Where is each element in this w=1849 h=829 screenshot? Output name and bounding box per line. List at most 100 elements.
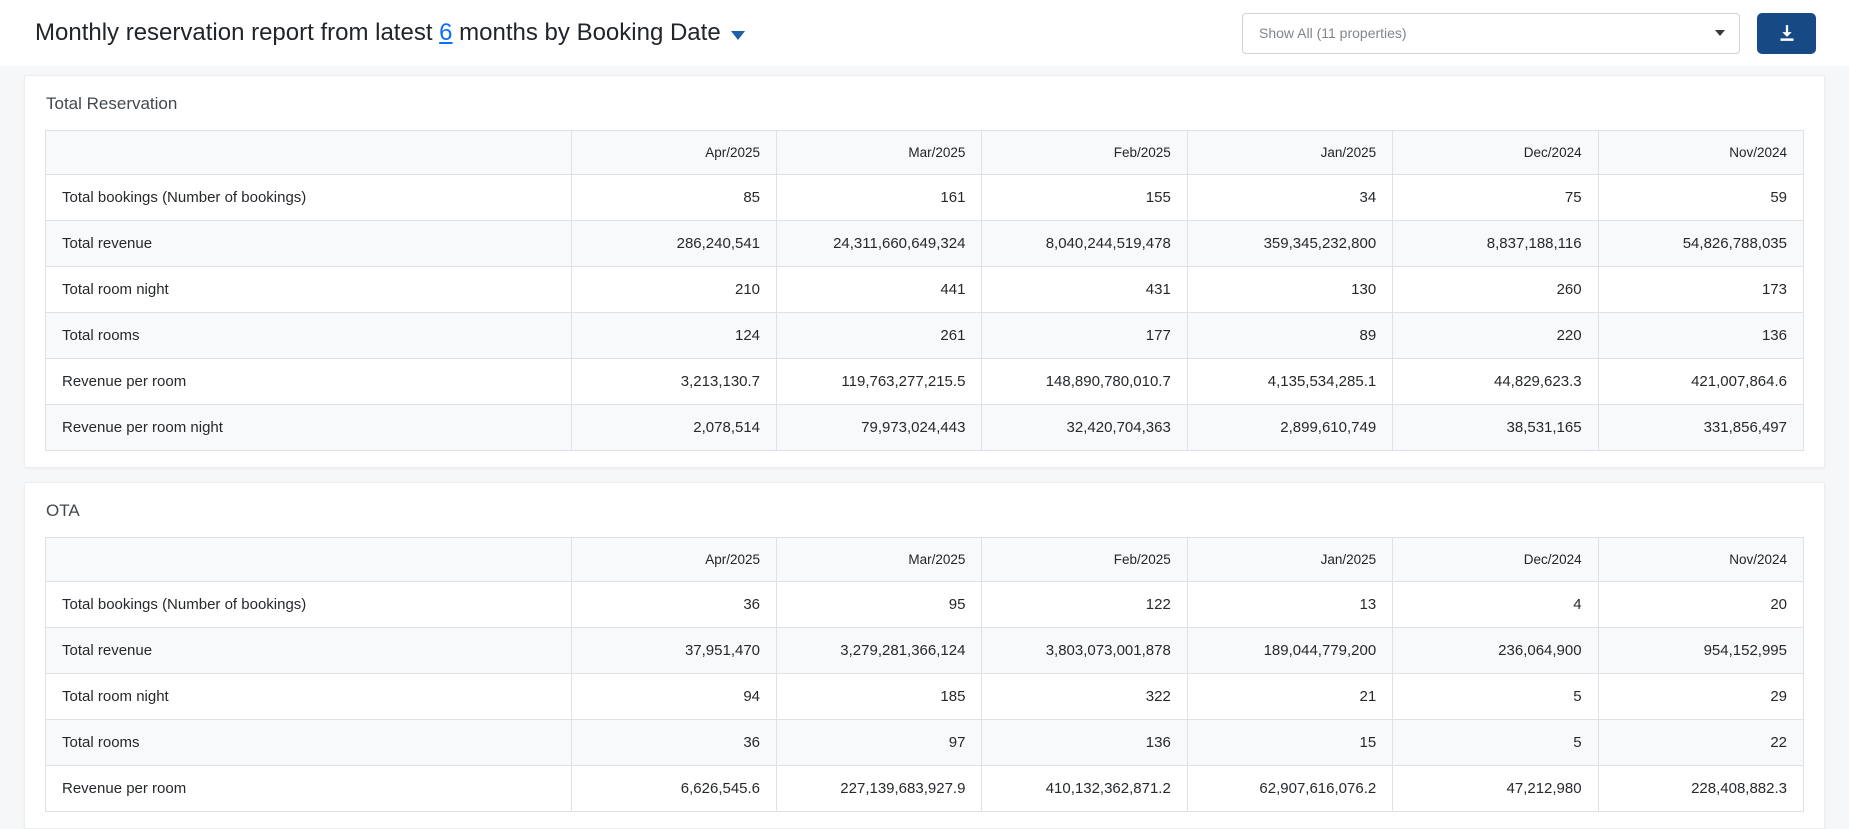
table-row: Revenue per room night 2,078,514 79,973,02…: [45, 404, 1805, 451]
property-filter-value: Show All (11 properties): [1259, 25, 1407, 41]
chevron-down-icon[interactable]: [730, 30, 745, 40]
cell-value: 4: [1392, 581, 1599, 628]
topbar: Monthly reservation report from latest 6…: [0, 0, 1849, 66]
section-title: Total Reservation: [46, 94, 178, 113]
cell-value: 2,078,514: [570, 404, 778, 451]
table-row: Total bookings (Number of bookings) 85 161…: [45, 174, 1805, 221]
column-header-empty: [45, 537, 572, 582]
cell-value: 359,345,232,800: [1186, 220, 1394, 267]
cell-value: 177: [981, 312, 1188, 359]
cell-value: 75: [1392, 174, 1599, 221]
row-label: Revenue per room: [45, 765, 572, 812]
column-header: Nov/2024: [1597, 537, 1805, 582]
cell-value: 62,907,616,076.2: [1186, 765, 1394, 812]
chevron-down-icon: [1715, 30, 1725, 36]
table-row: Total rooms 36 97 136 15 5 22: [45, 719, 1805, 766]
column-header: Jan/2025: [1186, 130, 1394, 175]
row-label: Total rooms: [45, 719, 572, 766]
cell-value: 89: [1186, 312, 1394, 359]
table-row: Total room night 210 441 431 130 260 173: [45, 266, 1805, 313]
table-row: Revenue per room 6,626,545.6 227,139,683,9…: [45, 765, 1805, 812]
ota-table: Apr/2025 Mar/2025 Feb/2025 Jan/2025 Dec/2024…: [45, 537, 1805, 812]
page-title: Monthly reservation report from latest 6…: [35, 19, 745, 47]
cell-value: 261: [776, 312, 983, 359]
table-row: Total revenue 37,951,470 3,279,281,366,124…: [45, 627, 1805, 674]
column-header: Apr/2025: [570, 130, 778, 175]
column-header: Mar/2025: [776, 130, 983, 175]
cell-value: 220: [1392, 312, 1599, 359]
cell-value: 47,212,980: [1392, 765, 1599, 812]
column-header: Nov/2024: [1597, 130, 1805, 175]
months-count-link[interactable]: 6: [439, 19, 452, 47]
cell-value: 2,899,610,749: [1186, 404, 1394, 451]
download-button[interactable]: [1757, 12, 1816, 54]
table-row: Total bookings (Number of bookings) 36 95 1…: [45, 581, 1805, 628]
page-title-suffix: months by Booking Date: [452, 19, 721, 46]
section-title: OTA: [46, 501, 80, 520]
cell-value: 59: [1597, 174, 1805, 221]
cell-value: 85: [570, 174, 778, 221]
cell-value: 260: [1392, 266, 1599, 313]
cell-value: 210: [570, 266, 778, 313]
cell-value: 37,951,470: [570, 627, 778, 674]
row-label: Total room night: [45, 673, 572, 720]
property-filter-select[interactable]: Show All (11 properties): [1242, 12, 1740, 54]
row-label: Total rooms: [45, 312, 572, 359]
cell-value: 228,408,882.3: [1597, 765, 1805, 812]
cell-value: 54,826,788,035: [1597, 220, 1805, 267]
cell-value: 38,531,165: [1392, 404, 1599, 451]
cell-value: 136: [1597, 312, 1805, 359]
cell-value: 236,064,900: [1392, 627, 1599, 674]
row-label: Revenue per room: [45, 358, 572, 405]
cell-value: 189,044,779,200: [1186, 627, 1394, 674]
cell-value: 5: [1392, 719, 1599, 766]
cell-value: 441: [776, 266, 983, 313]
cell-value: 322: [981, 673, 1188, 720]
cell-value: 130: [1186, 266, 1394, 313]
column-header: Apr/2025: [570, 537, 778, 582]
cell-value: 122: [981, 581, 1188, 628]
cell-value: 29: [1597, 673, 1805, 720]
column-header: Dec/2024: [1392, 130, 1599, 175]
cell-value: 95: [776, 581, 983, 628]
cell-value: 4,135,534,285.1: [1186, 358, 1394, 405]
section-ota: OTA Apr/2025 Mar/2025 Feb/2025 Jan/2025 Dec/…: [24, 482, 1825, 829]
cell-value: 227,139,683,927.9: [776, 765, 983, 812]
column-header: Mar/2025: [776, 537, 983, 582]
cell-value: 3,213,130.7: [570, 358, 778, 405]
cell-value: 185: [776, 673, 983, 720]
cell-value: 20: [1597, 581, 1805, 628]
cell-value: 5: [1392, 673, 1599, 720]
cell-value: 97: [776, 719, 983, 766]
column-header: Jan/2025: [1186, 537, 1394, 582]
cell-value: 331,856,497: [1597, 404, 1805, 451]
cell-value: 8,040,244,519,478: [981, 220, 1188, 267]
cell-value: 44,829,623.3: [1392, 358, 1599, 405]
cell-value: 421,007,864.6: [1597, 358, 1805, 405]
download-icon: [1779, 25, 1794, 41]
cell-value: 119,763,277,215.5: [776, 358, 983, 405]
cell-value: 6,626,545.6: [570, 765, 778, 812]
cell-value: 410,132,362,871.2: [981, 765, 1188, 812]
column-header: Feb/2025: [981, 537, 1188, 582]
cell-value: 22: [1597, 719, 1805, 766]
row-label: Total revenue: [45, 220, 572, 267]
header-row: Apr/2025 Mar/2025 Feb/2025 Jan/2025 Dec/2024…: [45, 537, 1805, 582]
row-label: Total revenue: [45, 627, 572, 674]
cell-value: 32,420,704,363: [981, 404, 1188, 451]
cell-value: 3,279,281,366,124: [776, 627, 983, 674]
cell-value: 79,973,024,443: [776, 404, 983, 451]
cell-value: 148,890,780,010.7: [981, 358, 1188, 405]
cell-value: 173: [1597, 266, 1805, 313]
table-row: Total revenue 286,240,541 24,311,660,649,3…: [45, 220, 1805, 267]
row-label: Total bookings (Number of bookings): [45, 581, 572, 628]
total-reservation-table: Apr/2025 Mar/2025 Feb/2025 Jan/2025 Dec/2024…: [45, 130, 1805, 451]
cell-value: 36: [570, 581, 778, 628]
cell-value: 155: [981, 174, 1188, 221]
column-header: Feb/2025: [981, 130, 1188, 175]
cell-value: 21: [1186, 673, 1394, 720]
cell-value: 431: [981, 266, 1188, 313]
cell-value: 954,152,995: [1597, 627, 1805, 674]
section-total-reservation: Total Reservation Apr/2025 Mar/2025 Feb/20…: [24, 75, 1825, 468]
cell-value: 136: [981, 719, 1188, 766]
